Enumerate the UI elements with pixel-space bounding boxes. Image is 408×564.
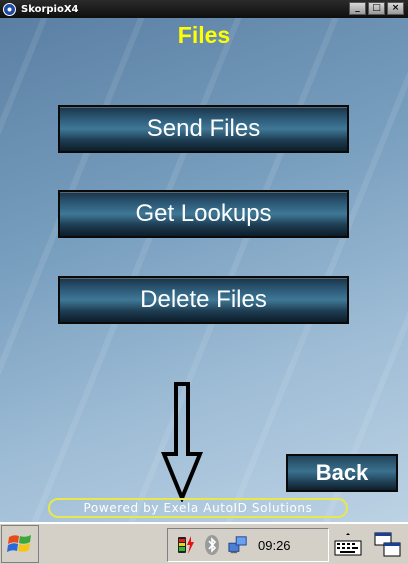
task-switcher-button[interactable] <box>372 529 404 561</box>
down-arrow-icon <box>161 382 203 502</box>
send-files-button[interactable]: Send Files <box>58 105 349 153</box>
get-lookups-button[interactable]: Get Lookups <box>58 190 349 238</box>
network-icon[interactable] <box>228 533 248 557</box>
delete-files-button[interactable]: Delete Files <box>58 276 349 324</box>
start-button[interactable] <box>1 525 39 563</box>
powered-by-label: Powered by Exela AutoID Solutions <box>48 498 348 518</box>
switch-windows-icon <box>374 532 401 557</box>
window-title-bar: SkorpioX4 _ □ × <box>0 0 408 18</box>
close-button[interactable]: × <box>387 2 404 15</box>
page-title: Files <box>177 22 231 48</box>
app-icon <box>3 2 16 16</box>
windows-logo-icon <box>7 535 31 552</box>
clock[interactable]: 09:26 <box>258 538 291 553</box>
back-button[interactable]: Back <box>286 454 398 492</box>
input-panel-button[interactable] <box>333 529 363 561</box>
bluetooth-icon[interactable] <box>202 533 222 557</box>
files-screen: Files Send Files Get Lookups Delete File… <box>0 18 408 522</box>
maximize-button[interactable]: □ <box>368 2 385 15</box>
window-controls: _ □ × <box>349 2 404 15</box>
keyboard-icon <box>334 533 362 556</box>
taskbar: 09:26 <box>0 522 408 564</box>
minimize-button[interactable]: _ <box>349 2 366 15</box>
window-title: SkorpioX4 <box>21 3 79 15</box>
system-tray: 09:26 <box>167 528 329 562</box>
battery-charging-icon[interactable] <box>176 533 196 557</box>
